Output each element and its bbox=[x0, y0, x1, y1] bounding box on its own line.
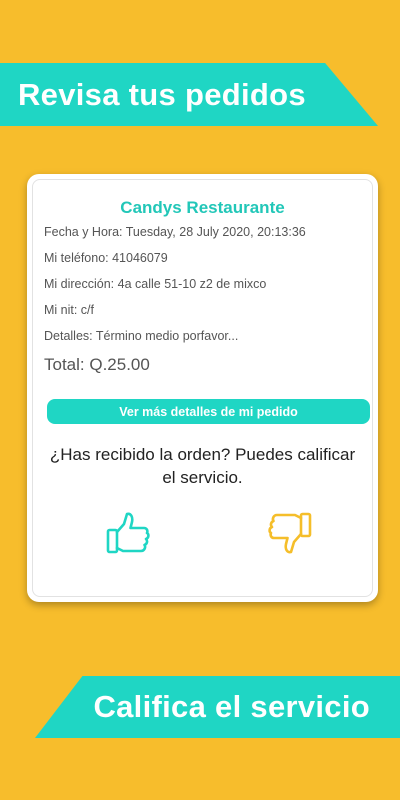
view-details-button[interactable]: Ver más detalles de mi pedido bbox=[47, 399, 370, 424]
view-details-label: Ver más detalles de mi pedido bbox=[119, 404, 298, 419]
order-card: Candys Restaurante Fecha y Hora: Tuesday… bbox=[27, 174, 378, 602]
order-card-inner: Candys Restaurante Fecha y Hora: Tuesday… bbox=[32, 179, 373, 597]
order-total: Total: Q.25.00 bbox=[44, 355, 150, 374]
order-nit: Mi nit: c/f bbox=[44, 303, 95, 317]
thumbs-up-icon[interactable] bbox=[105, 510, 151, 556]
restaurant-name: Candys Restaurante bbox=[120, 198, 285, 217]
promo-banner-top: Revisa tus pedidos bbox=[0, 63, 378, 126]
order-datetime: Fecha y Hora: Tuesday, 28 July 2020, 20:… bbox=[44, 225, 306, 239]
order-phone: Mi teléfono: 41046079 bbox=[44, 251, 168, 265]
order-details: Detalles: Término medio porfavor... bbox=[44, 329, 239, 343]
rating-question: ¿Has recibido la orden? Puedes calificar… bbox=[49, 445, 356, 487]
promo-banner-bottom: Califica el servicio bbox=[35, 676, 400, 738]
promo-banner-bottom-text: Califica el servicio bbox=[93, 689, 370, 724]
order-address: Mi dirección: 4a calle 51-10 z2 de mixco bbox=[44, 277, 267, 291]
thumbs-down-icon[interactable] bbox=[267, 510, 313, 556]
promo-banner-top-text: Revisa tus pedidos bbox=[18, 76, 306, 112]
